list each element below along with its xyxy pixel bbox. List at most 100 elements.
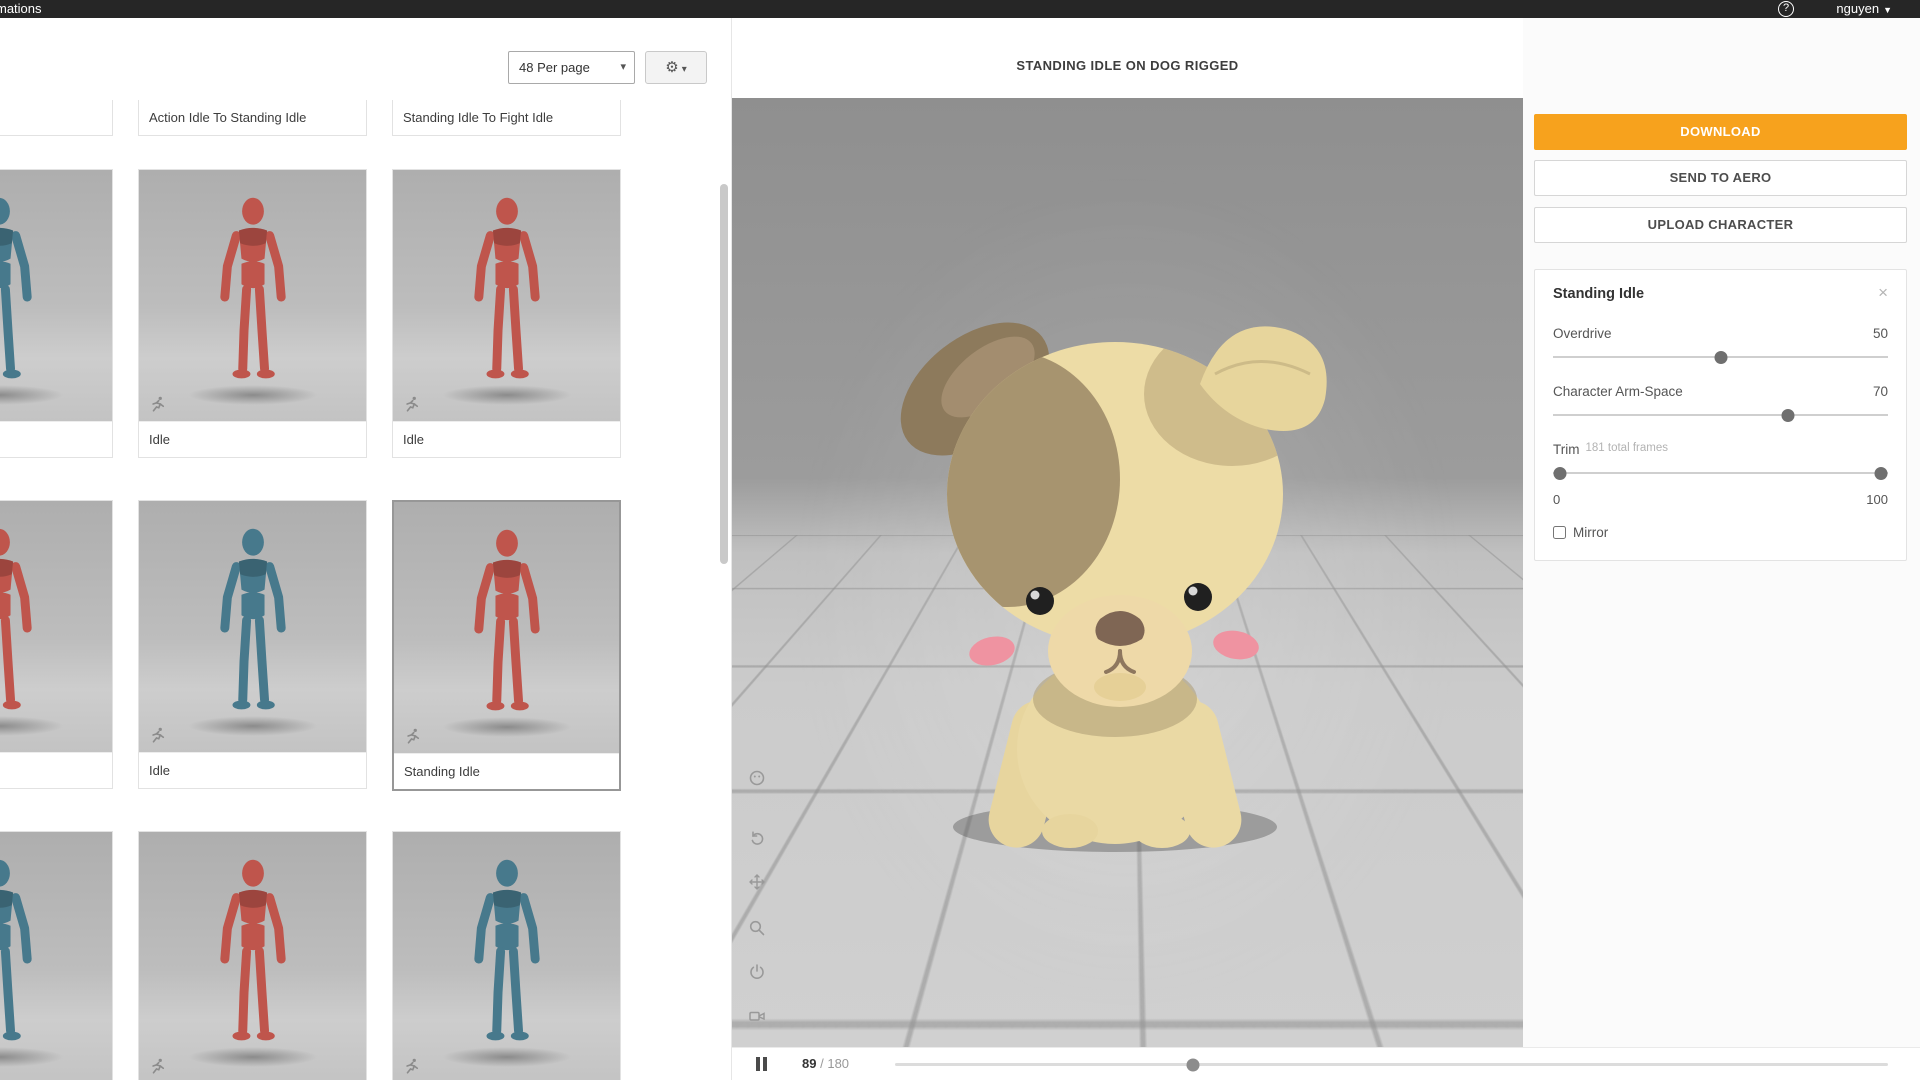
- mannequin-figure: [442, 854, 572, 1059]
- mannequin-figure: [0, 854, 64, 1059]
- playback-bar: 89 / 180: [732, 1047, 1920, 1080]
- per-page-select[interactable]: 48 Per page ▾: [508, 51, 635, 84]
- animation-grid: ight Idle Action Idle To Standing Idle S…: [0, 18, 731, 1080]
- animation-card-label: Idle: [393, 421, 620, 457]
- animation-card-partial[interactable]: Action Idle To Standing Idle: [138, 100, 367, 136]
- animation-card-label: Standing Idle: [394, 753, 619, 789]
- character-model-dog: [900, 322, 1327, 852]
- trim-max-value: 100: [1866, 492, 1888, 507]
- timeline-slider-handle[interactable]: [1186, 1058, 1200, 1071]
- mannequin-figure: [442, 192, 572, 397]
- help-icon[interactable]: ?: [1778, 1, 1794, 17]
- animation-thumbnail: [393, 832, 620, 1080]
- animation-card-label: Action Idle To Standing Idle: [149, 110, 307, 125]
- animation-list-panel: ight Idle Action Idle To Standing Idle S…: [0, 18, 732, 1080]
- animation-thumbnail: [139, 501, 366, 752]
- animation-card-label: [0, 752, 112, 788]
- trim-range-slider[interactable]: [1553, 467, 1888, 480]
- chevron-down-icon: ▾: [681, 64, 687, 75]
- animation-card[interactable]: Idle: [138, 169, 367, 458]
- animation-card-selected[interactable]: Standing Idle: [392, 500, 621, 791]
- mannequin-figure: [188, 523, 318, 728]
- current-frame: 89: [802, 1056, 817, 1071]
- animation-thumbnail: [0, 832, 112, 1080]
- viewer-title: STANDING IDLE ON DOG RIGGED: [1016, 57, 1239, 73]
- viewport-toolbar: [748, 770, 768, 1029]
- animation-settings-card: Standing Idle × Overdrive 50 Character A…: [1534, 269, 1907, 561]
- frame-counter: 89 / 180: [802, 1056, 849, 1071]
- chevron-down-icon: ▾: [620, 61, 626, 73]
- animation-card-label: Idle: [139, 421, 366, 457]
- chevron-down-icon: ▼: [1883, 5, 1892, 15]
- trim-label: Trim: [1553, 442, 1580, 457]
- nav-animations-tab[interactable]: mations: [0, 1, 42, 16]
- overdrive-slider-handle[interactable]: [1714, 351, 1727, 364]
- settings-title: Standing Idle: [1553, 286, 1645, 302]
- gear-icon: ⚙: [665, 59, 679, 76]
- run-animation-icon: [149, 395, 167, 413]
- mirror-label: Mirror: [1573, 525, 1609, 540]
- camera-icon[interactable]: [748, 1007, 766, 1025]
- arm-space-label: Character Arm-Space: [1553, 384, 1683, 399]
- mannequin-figure: [188, 192, 318, 397]
- overdrive-label: Overdrive: [1553, 326, 1612, 341]
- grid-toolbar: 48 Per page ▾ ⚙ ▾: [0, 18, 731, 100]
- animation-thumbnail: [139, 832, 366, 1080]
- run-animation-icon: [149, 726, 167, 744]
- trim-end-handle[interactable]: [1874, 467, 1888, 480]
- arm-space-slider-handle[interactable]: [1781, 409, 1794, 422]
- mannequin-figure: [188, 854, 318, 1059]
- pan-move-icon[interactable]: [748, 873, 766, 891]
- mirror-checkbox[interactable]: [1553, 526, 1566, 539]
- animation-card[interactable]: [0, 169, 113, 458]
- mannequin-figure: [0, 192, 64, 397]
- per-page-value: 48 Per page: [519, 60, 590, 75]
- username-label: nguyen: [1836, 1, 1880, 16]
- zoom-icon[interactable]: [748, 919, 766, 937]
- animation-card[interactable]: Idle: [392, 169, 621, 458]
- run-animation-icon: [404, 727, 422, 745]
- animation-card-partial[interactable]: ight Idle: [0, 100, 113, 136]
- mannequin-figure: [442, 524, 572, 729]
- arm-space-slider[interactable]: [1553, 409, 1888, 422]
- power-reset-icon[interactable]: [748, 963, 766, 981]
- export-panel: DOWNLOAD SEND TO AERO UPLOAD CHARACTER S…: [1523, 18, 1920, 1047]
- upload-character-button[interactable]: UPLOAD CHARACTER: [1534, 207, 1907, 243]
- animation-thumbnail: [139, 170, 366, 421]
- animation-card-label: [0, 421, 112, 457]
- animation-card[interactable]: [0, 500, 113, 789]
- animation-card[interactable]: [138, 831, 367, 1080]
- animation-card[interactable]: [392, 831, 621, 1080]
- mannequin-figure: [0, 523, 64, 728]
- download-button[interactable]: DOWNLOAD: [1534, 114, 1907, 150]
- run-animation-icon: [403, 1057, 421, 1075]
- animation-card-label: Standing Idle To Fight Idle: [403, 110, 554, 125]
- trim-start-handle[interactable]: [1553, 467, 1567, 480]
- viewport-canvas[interactable]: [732, 98, 1523, 1047]
- animation-thumbnail: [0, 501, 112, 752]
- undo-icon[interactable]: [748, 829, 766, 847]
- send-to-aero-button[interactable]: SEND TO AERO: [1534, 160, 1907, 196]
- overdrive-value: 50: [1872, 326, 1888, 341]
- frame-separator: /: [820, 1056, 824, 1071]
- run-animation-icon: [149, 1057, 167, 1075]
- animation-thumbnail: [0, 170, 112, 421]
- pause-button[interactable]: [754, 1056, 770, 1072]
- user-menu[interactable]: nguyen ▼: [1836, 1, 1892, 16]
- grid-settings-button[interactable]: ⚙ ▾: [645, 51, 707, 84]
- list-scrollbar[interactable]: [720, 184, 728, 564]
- animation-card-partial[interactable]: Standing Idle To Fight Idle: [392, 100, 621, 136]
- close-icon[interactable]: ×: [1878, 284, 1888, 301]
- total-frames: 180: [827, 1056, 850, 1071]
- viewer-panel: STANDING IDLE ON DOG RIGGED: [732, 18, 1523, 1047]
- animation-thumbnail: [393, 170, 620, 421]
- top-nav-bar: mations ? nguyen ▼: [0, 0, 1920, 18]
- animation-card[interactable]: Idle: [138, 500, 367, 789]
- timeline-slider[interactable]: [895, 1058, 1888, 1071]
- overdrive-slider[interactable]: [1553, 351, 1888, 364]
- orbit-face-icon[interactable]: [748, 769, 766, 787]
- trim-total-frames: 181 total frames: [1585, 442, 1668, 454]
- arm-space-value: 70: [1872, 384, 1888, 399]
- animation-card[interactable]: [0, 831, 113, 1080]
- animation-thumbnail: [394, 502, 619, 753]
